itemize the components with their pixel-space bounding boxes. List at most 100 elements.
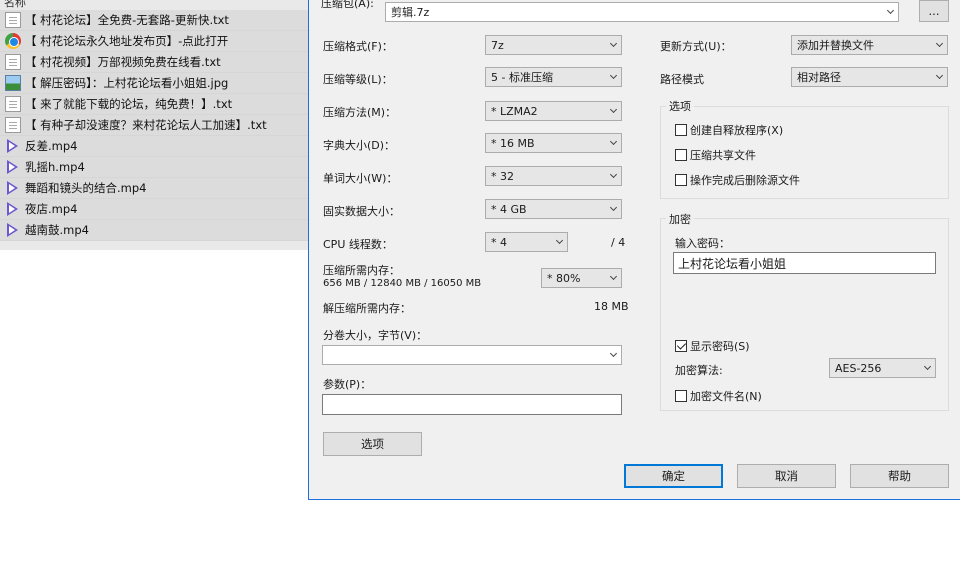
chevron-down-icon bbox=[605, 102, 621, 120]
file-list-item[interactable]: 乳摇h.mp4 bbox=[0, 157, 308, 178]
sfx-checkbox[interactable]: 创建自释放程序(X) bbox=[675, 122, 783, 138]
update-mode-select[interactable]: 添加并替换文件 bbox=[791, 35, 948, 55]
solid-select[interactable]: * 4 GB bbox=[485, 199, 622, 219]
chevron-down-icon bbox=[882, 3, 898, 21]
file-list-item[interactable]: 夜店.mp4 bbox=[0, 199, 308, 220]
path-mode-select[interactable]: 相对路径 bbox=[791, 67, 948, 87]
delete-source-checkbox[interactable]: 操作完成后删除源文件 bbox=[675, 172, 800, 188]
password-input[interactable]: 上村花论坛看小姐姐 bbox=[673, 252, 936, 274]
browse-button[interactable]: ... bbox=[919, 0, 949, 22]
ok-button[interactable]: 确定 bbox=[624, 464, 723, 488]
options-group-title: 选项 bbox=[666, 98, 694, 114]
file-list-item[interactable]: 【 村花论坛永久地址发布页】-点此打开 bbox=[0, 31, 308, 52]
password-label: 输入密码： bbox=[675, 237, 730, 250]
file-list-item[interactable]: 【 来了就能下载的论坛，纯免费！】.txt bbox=[0, 94, 308, 115]
chevron-down-icon bbox=[605, 68, 621, 86]
options-button[interactable]: 选项 bbox=[323, 432, 422, 456]
cpu-label: CPU 线程数： bbox=[323, 238, 393, 251]
archive-path-value: 剪辑.7z bbox=[391, 6, 430, 19]
encryption-group-title: 加密 bbox=[666, 211, 694, 227]
archive-path-combo[interactable]: 剪辑.7z bbox=[385, 2, 899, 22]
video-file-icon bbox=[5, 222, 21, 238]
show-password-checkbox[interactable]: 显示密码(S) bbox=[675, 338, 750, 354]
file-name: 【 解压密码】：上村花论坛看小姐姐.jpg bbox=[25, 76, 229, 90]
file-list-item[interactable]: 【 村花视频】万部视频免费在线看.txt bbox=[0, 52, 308, 73]
mem-percent-value: * 80% bbox=[547, 271, 581, 285]
chevron-down-icon bbox=[605, 269, 621, 287]
file-name: 越南鼓.mp4 bbox=[25, 223, 89, 237]
image-file-icon bbox=[5, 75, 21, 91]
file-name: 【 村花视频】万部视频免费在线看.txt bbox=[25, 55, 221, 69]
encryption-method-select[interactable]: AES-256 bbox=[829, 358, 936, 378]
chevron-down-icon bbox=[605, 134, 621, 152]
mem-percent-select[interactable]: * 80% bbox=[541, 268, 622, 288]
chevron-down-icon bbox=[931, 68, 947, 86]
file-name: 反差.mp4 bbox=[25, 139, 78, 153]
video-file-icon bbox=[5, 159, 21, 175]
sfx-label: 创建自释放程序(X) bbox=[690, 124, 784, 137]
algo-label: 加密算法: bbox=[675, 364, 723, 377]
cpu-total: / 4 bbox=[611, 236, 626, 249]
level-select[interactable]: 5 - 标准压缩 bbox=[485, 67, 622, 87]
shared-files-label: 压缩共享文件 bbox=[690, 149, 756, 162]
file-name: 【 村花论坛永久地址发布页】-点此打开 bbox=[25, 34, 229, 48]
encrypt-names-label: 加密文件名(N) bbox=[690, 390, 762, 403]
file-name: 夜店.mp4 bbox=[25, 202, 78, 216]
method-label: 压缩方法(M)： bbox=[323, 106, 397, 119]
checkbox-checked-icon bbox=[675, 340, 687, 352]
method-select[interactable]: * LZMA2 bbox=[485, 101, 622, 121]
split-label: 分卷大小，字节(V)： bbox=[323, 329, 428, 342]
checkbox-icon bbox=[675, 174, 687, 186]
cpu-select[interactable]: * 4 bbox=[485, 232, 568, 252]
encryption-method-value: AES-256 bbox=[835, 361, 882, 375]
file-list-item[interactable]: 舞蹈和镜头的结合.mp4 bbox=[0, 178, 308, 199]
file-list-header: 名称 bbox=[4, 0, 26, 9]
text-file-icon bbox=[5, 54, 21, 70]
checkbox-icon bbox=[675, 124, 687, 136]
file-list-item[interactable]: 【 村花论坛】全免费-无套路-更新快.txt bbox=[0, 10, 308, 31]
params-label: 参数(P)： bbox=[323, 378, 372, 391]
decomp-value: 18 MB bbox=[594, 300, 629, 313]
show-password-label: 显示密码(S) bbox=[690, 340, 750, 353]
encrypt-names-checkbox[interactable]: 加密文件名(N) bbox=[675, 388, 762, 404]
word-select[interactable]: * 32 bbox=[485, 166, 622, 186]
chevron-down-icon bbox=[605, 346, 621, 364]
add-to-archive-dialog: 压缩包(A): 剪辑.7z ... 压缩格式(F)： 7z 压缩等级(L)： 5… bbox=[308, 0, 960, 500]
decomp-label: 解压缩所需内存： bbox=[323, 302, 411, 315]
file-name: 【 来了就能下载的论坛，纯免费！】.txt bbox=[25, 97, 233, 111]
mem-label: 压缩所需内存： bbox=[323, 264, 400, 277]
format-label: 压缩格式(F)： bbox=[323, 40, 393, 53]
solid-label: 固实数据大小： bbox=[323, 205, 400, 218]
dict-select[interactable]: * 16 MB bbox=[485, 133, 622, 153]
web-shortcut-icon bbox=[5, 33, 21, 49]
text-file-icon bbox=[5, 117, 21, 133]
file-list-item[interactable]: 【 有种子却没速度？来村花论坛人工加速】.txt bbox=[0, 115, 308, 136]
params-input[interactable] bbox=[322, 394, 622, 415]
file-list-item[interactable]: 越南鼓.mp4 bbox=[0, 220, 308, 241]
file-list-item[interactable]: 反差.mp4 bbox=[0, 136, 308, 157]
file-list-item[interactable]: 【 解压密码】：上村花论坛看小姐姐.jpg bbox=[0, 73, 308, 94]
text-file-icon bbox=[5, 12, 21, 28]
method-value: * LZMA2 bbox=[491, 104, 538, 118]
chevron-down-icon bbox=[919, 359, 935, 377]
help-button[interactable]: 帮助 bbox=[850, 464, 949, 488]
video-file-icon bbox=[5, 201, 21, 217]
chevron-down-icon bbox=[605, 36, 621, 54]
path-label: 路径模式 bbox=[660, 73, 704, 86]
text-file-icon bbox=[5, 96, 21, 112]
cpu-value: * 4 bbox=[491, 235, 507, 249]
video-file-icon bbox=[5, 138, 21, 154]
level-label: 压缩等级(L)： bbox=[323, 73, 393, 86]
word-label: 单词大小(W)： bbox=[323, 172, 398, 185]
word-value: * 32 bbox=[491, 169, 514, 183]
chevron-down-icon bbox=[551, 233, 567, 251]
dict-label: 字典大小(D)： bbox=[323, 139, 396, 152]
format-select[interactable]: 7z bbox=[485, 35, 622, 55]
split-size-combo[interactable] bbox=[322, 345, 622, 365]
file-name: 【 有种子却没速度？来村花论坛人工加速】.txt bbox=[25, 118, 267, 132]
file-name: 【 村花论坛】全免费-无套路-更新快.txt bbox=[25, 13, 229, 27]
cancel-button[interactable]: 取消 bbox=[737, 464, 836, 488]
shared-files-checkbox[interactable]: 压缩共享文件 bbox=[675, 147, 756, 163]
solid-value: * 4 GB bbox=[491, 202, 527, 216]
video-file-icon bbox=[5, 180, 21, 196]
